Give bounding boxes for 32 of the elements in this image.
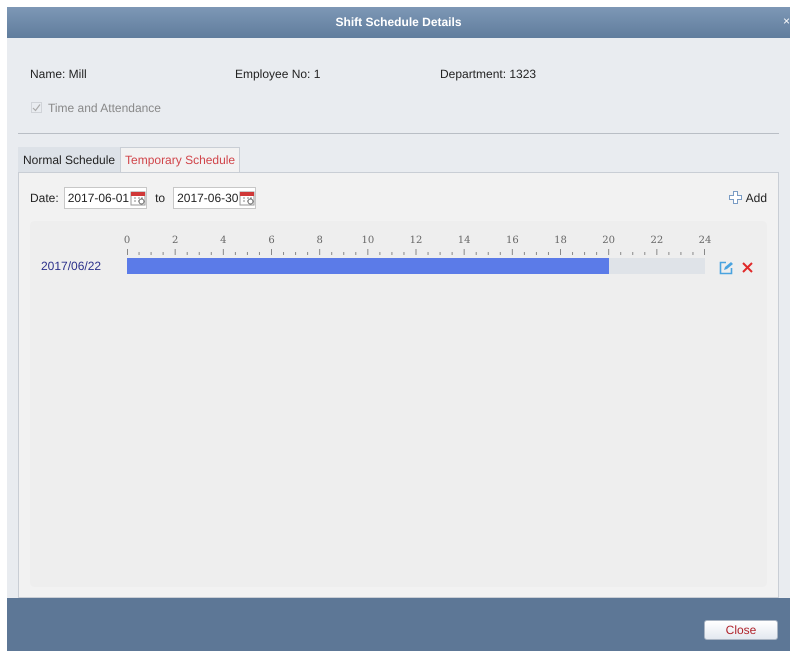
hour-label: 18 <box>553 234 568 248</box>
date-label: Date: <box>30 190 59 207</box>
info-text: Department: 1323 <box>440 66 538 83</box>
hour-label: 2 <box>170 234 180 248</box>
tab[interactable]: Temporary Schedule <box>120 146 240 172</box>
hour-label: 8 <box>315 234 324 248</box>
close-button[interactable]: Close <box>704 620 778 640</box>
hour-label: 24 <box>698 234 712 248</box>
hour-label: 20 <box>601 234 616 248</box>
to-label: to <box>155 190 166 207</box>
attendance-label: Time and Attendance <box>48 100 161 117</box>
tab[interactable]: Normal Schedule <box>18 146 120 172</box>
hour-label: 4 <box>219 234 228 248</box>
plus-icon <box>728 191 742 204</box>
schedule-date: 2017/06/22 <box>41 258 102 275</box>
hour-label: 6 <box>267 234 276 248</box>
hour-label: 22 <box>649 234 664 248</box>
date-to-field[interactable]: 2017-06-30 <box>173 186 256 209</box>
calendar-icon[interactable] <box>130 190 146 206</box>
info-text: Name: Mill <box>30 66 88 83</box>
add-button[interactable]: Add <box>728 188 767 207</box>
hour-label: 14 <box>456 234 472 248</box>
window-title: Shift Schedule Details <box>335 14 462 32</box>
edit-icon[interactable] <box>719 260 733 275</box>
hour-label: 0 <box>122 234 132 248</box>
hour-label: 16 <box>504 234 520 248</box>
info-text: Employee No: 1 <box>235 66 322 83</box>
hour-label: 12 <box>408 234 424 248</box>
date-from-field[interactable]: 2017-06-01 <box>64 186 148 209</box>
delete-icon[interactable] <box>742 262 753 274</box>
calendar-icon[interactable] <box>239 190 256 206</box>
hour-label: 10 <box>360 234 376 248</box>
